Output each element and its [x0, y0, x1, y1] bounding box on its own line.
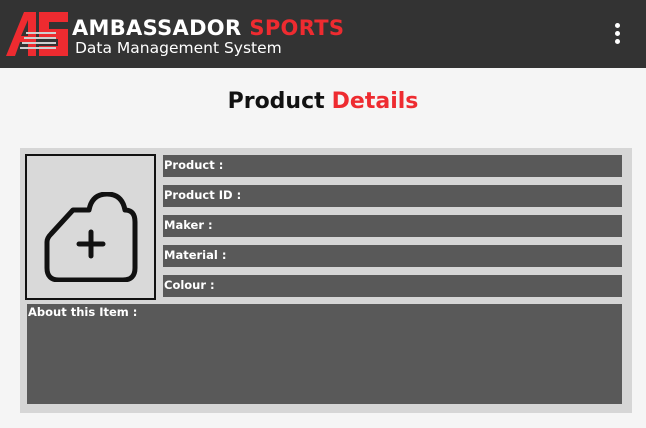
colour-label: Colour : [164, 278, 215, 292]
add-photo-icon [44, 192, 138, 282]
as-monogram-logo [6, 12, 68, 56]
product-name-label: Product : [164, 158, 224, 172]
page-title-primary: Product [227, 89, 325, 114]
brand-name: AMBASSADOR SPORTS [72, 16, 344, 40]
material-field[interactable]: Material : [163, 245, 622, 267]
product-image-upload[interactable] [25, 154, 156, 300]
brand-name-secondary: SPORTS [249, 16, 345, 40]
brand-name-primary: AMBASSADOR [72, 16, 242, 40]
product-id-label: Product ID : [164, 188, 242, 202]
page-title-accent: Details [331, 89, 419, 114]
colour-field[interactable]: Colour : [163, 275, 622, 297]
more-vertical-icon[interactable] [604, 18, 632, 50]
maker-label: Maker : [164, 218, 213, 232]
maker-field[interactable]: Maker : [163, 215, 622, 237]
product-id-field[interactable]: Product ID : [163, 185, 622, 207]
app-bar: AMBASSADOR SPORTS Data Management System [0, 0, 646, 68]
material-label: Material : [164, 248, 227, 262]
brand-subtitle: Data Management System [75, 39, 282, 57]
about-item-label: About this Item : [28, 305, 138, 319]
page-title: Product Details [0, 88, 646, 116]
product-name-field[interactable]: Product : [163, 155, 622, 177]
about-item-field[interactable]: About this Item : [27, 304, 622, 404]
